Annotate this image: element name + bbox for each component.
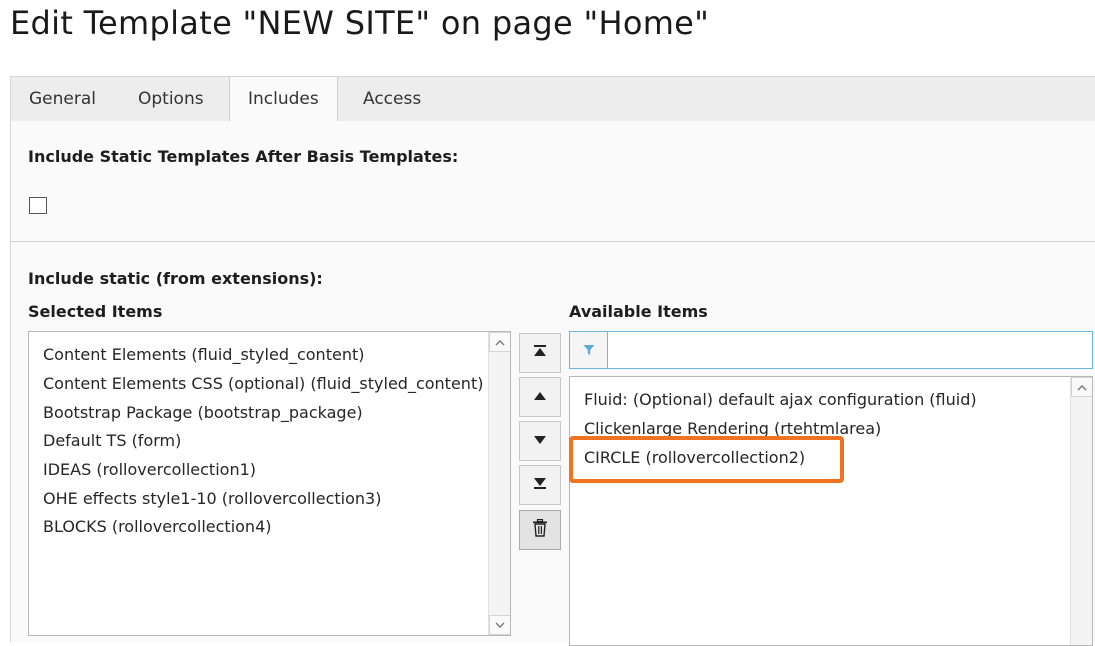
filter-icon: [570, 332, 608, 368]
move-up-icon: [533, 388, 547, 406]
includes-panel: Include Static Templates After Basis Tem…: [10, 121, 1095, 646]
selected-item[interactable]: Bootstrap Package (bootstrap_package): [43, 403, 363, 422]
tab-options[interactable]: Options: [120, 77, 222, 122]
available-item[interactable]: Fluid: (Optional) default ajax configura…: [584, 390, 977, 409]
include-static-label: Include static (from extensions):: [28, 269, 323, 288]
tab-general[interactable]: General: [11, 77, 114, 122]
tab-bar: General Options Includes Access: [10, 76, 1095, 123]
selected-items-header: Selected Items: [28, 302, 163, 321]
static-after-basis-label: Include Static Templates After Basis Tem…: [28, 147, 459, 166]
move-down-button[interactable]: [519, 421, 561, 461]
available-list-scrollbar[interactable]: [1070, 377, 1092, 645]
selected-item[interactable]: OHE effects style1-10 (rollovercollectio…: [43, 489, 381, 508]
selected-item[interactable]: BLOCKS (rollovercollection4): [43, 517, 271, 536]
move-to-bottom-button[interactable]: [519, 465, 561, 505]
selected-item[interactable]: IDEAS (rollovercollection1): [43, 460, 256, 479]
tab-access[interactable]: Access: [345, 77, 439, 122]
available-items-list[interactable]: Fluid: (Optional) default ajax configura…: [569, 376, 1093, 646]
delete-selected-button[interactable]: [519, 510, 561, 550]
move-to-top-button[interactable]: [519, 333, 561, 373]
scroll-up-arrow-icon[interactable]: [489, 332, 510, 352]
tab-includes[interactable]: Includes: [229, 77, 338, 123]
selected-item[interactable]: Content Elements (fluid_styled_content): [43, 345, 364, 364]
section-divider: [11, 241, 1095, 242]
move-down-icon: [533, 432, 547, 450]
highlight-annotation: [569, 436, 844, 483]
static-after-basis-checkbox[interactable]: [29, 197, 47, 214]
trash-icon: [532, 518, 548, 542]
selected-item[interactable]: Content Elements CSS (optional) (fluid_s…: [43, 374, 483, 393]
selected-items-list[interactable]: Content Elements (fluid_styled_content) …: [28, 331, 511, 636]
filter-input[interactable]: [608, 332, 1092, 368]
scroll-up-arrow-icon[interactable]: [1071, 377, 1092, 397]
move-to-top-icon: [532, 343, 548, 364]
selected-list-scrollbar[interactable]: [488, 332, 510, 635]
available-items-header: Available Items: [569, 302, 708, 321]
move-up-button[interactable]: [519, 377, 561, 417]
scroll-down-arrow-icon[interactable]: [489, 615, 510, 635]
move-to-bottom-icon: [532, 475, 548, 496]
selected-item[interactable]: Default TS (form): [43, 431, 181, 450]
available-items-filter: [569, 331, 1093, 369]
page-title: Edit Template "NEW SITE" on page "Home": [10, 4, 710, 42]
